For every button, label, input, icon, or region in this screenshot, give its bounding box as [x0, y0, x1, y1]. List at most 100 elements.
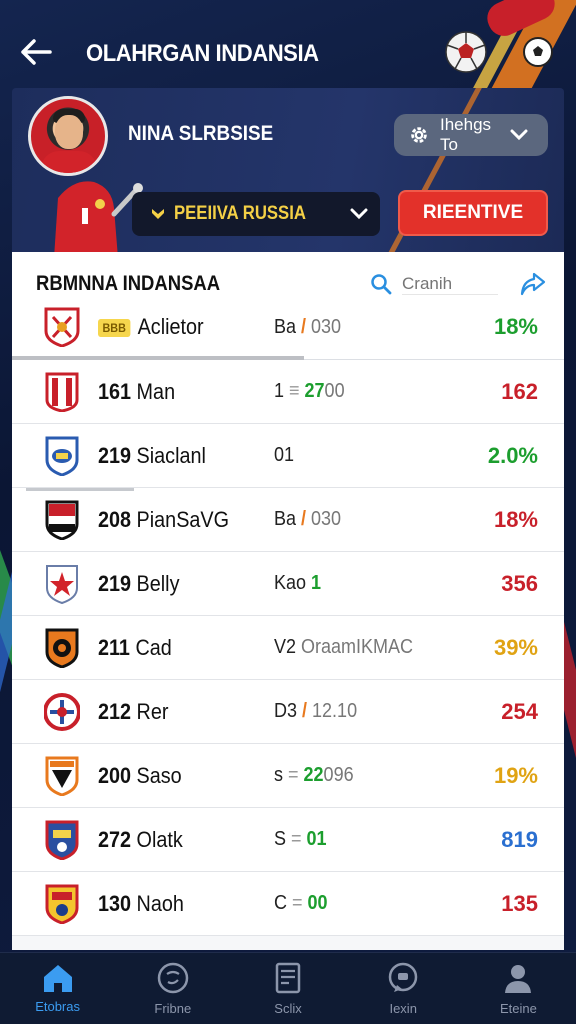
bottom-navigation: Etobras Fribne Sclix Iexin Eteine [0, 952, 576, 1024]
row-divider [26, 488, 134, 491]
table-row[interactable]: 212 Rer D3 / 12.10 254 [12, 680, 564, 744]
team-crest-icon [45, 756, 79, 796]
table-row[interactable]: 200 Saso s = 22096 19% [12, 744, 564, 808]
sort-dropdown-label: Ihehgs To [440, 115, 492, 154]
match-info-value: 00 [324, 380, 345, 402]
team-rank-name: 212 Rer [98, 699, 168, 725]
section-title: RBMNNA INDANSAA [36, 272, 221, 295]
team-crest-icon [45, 436, 79, 476]
match-info-value: 096 [323, 764, 354, 786]
avatar-face [55, 115, 83, 149]
team-rank-name: 211 Cad [98, 635, 172, 661]
standings-list: 161 Man 1 ≡ 2700 162 219 Siaclanl 01 2.0% 208… [12, 360, 564, 936]
soccer-ball-icon [445, 31, 487, 73]
match-info: Ba / 030 [274, 508, 341, 531]
match-info-separator: = [292, 892, 303, 914]
nav-chat-label: Iexin [389, 1001, 417, 1016]
match-info: S = 01 [274, 828, 327, 851]
team-stat: 2.0% [487, 442, 538, 468]
team-stat: 19% [493, 762, 538, 788]
team-rank: 200 [98, 762, 132, 788]
card-icon [275, 962, 301, 994]
team-name: Siaclanl [136, 442, 206, 468]
match-info: 01 [274, 444, 294, 467]
table-row[interactable]: 130 Naoh C = 00 135 [12, 872, 564, 936]
team-stat: 135 [501, 890, 538, 916]
match-info-separator: = [288, 764, 299, 786]
match-info-prefix: s [274, 764, 283, 786]
nav-profile[interactable]: Eteine [461, 953, 576, 1024]
nav-stats-label: Sclix [274, 1001, 302, 1016]
team-name: Rer [136, 698, 169, 724]
team-select[interactable]: PEEIIVA RUSSIA [132, 192, 380, 236]
search-input[interactable] [402, 273, 498, 295]
chevron-down-icon [510, 129, 528, 141]
match-info-prefix: Ba [274, 315, 297, 338]
match-info-separator: / [302, 700, 308, 722]
match-info-prefix: Ba [274, 508, 297, 530]
team-rank-name: 130 Naoh [98, 891, 184, 917]
table-row[interactable]: 211 Cad V2 OraamIKMAC 39% [12, 616, 564, 680]
team-stat: 356 [501, 570, 538, 596]
match-info-highlight: 00 [307, 892, 328, 914]
match-info-separator: / [301, 315, 307, 338]
match-info-separator: ≡ [289, 380, 300, 402]
team-badge: BBB [98, 319, 131, 338]
table-row[interactable]: 272 Olatk S = 01 819 [12, 808, 564, 872]
team-name: Naoh [136, 890, 184, 916]
team-rank-name: 208 PianSaVG [98, 507, 229, 533]
chat-icon [388, 962, 418, 992]
team-rank-name: 219 Belly [98, 571, 179, 597]
match-info-separator: = [291, 828, 302, 850]
primary-action-button[interactable]: RIEENTIVE [398, 190, 548, 236]
team-name: Olatk [136, 826, 183, 852]
team-stat: 819 [501, 826, 538, 852]
player-figure [54, 181, 143, 256]
team-rank: 161 [98, 378, 132, 404]
nav-profile-label: Eteine [499, 1001, 537, 1016]
top-bar: OLAHRGAN INDANSIA [0, 0, 576, 90]
match-info-highlight: 27 [304, 380, 325, 402]
table-row[interactable]: 219 Belly Kao 1 356 [12, 552, 564, 616]
team-rank: 219 [98, 442, 132, 468]
table-row[interactable]: 161 Man 1 ≡ 2700 162 [12, 360, 564, 424]
match-info: V2 OraamIKMAC [274, 636, 413, 659]
team-rank-name: 200 Saso [98, 763, 182, 789]
nav-matches[interactable]: Fribne [115, 953, 230, 1024]
match-info-highlight: 1 [311, 572, 322, 594]
table-row[interactable]: 208 PianSaVG Ba / 030 18% [12, 488, 564, 552]
match-info: Ba / 030 [274, 316, 341, 339]
gear-icon [411, 127, 427, 143]
team-name: PianSaVG [136, 506, 230, 532]
match-info-value: 12.10 [312, 700, 358, 722]
match-info-prefix: D3 [274, 700, 298, 722]
team-stat: 18% [493, 506, 538, 532]
table-row-featured[interactable]: BBB Aclietor Ba / 030 18% [12, 296, 564, 358]
team-stat: 254 [501, 698, 538, 724]
nav-stats[interactable]: Sclix [230, 953, 345, 1024]
hero-card: NINA SLRBSISE Ihehgs To PEEIIVA RUSSIA R… [12, 88, 564, 256]
team-crest-icon [44, 307, 80, 347]
home-icon [43, 965, 72, 992]
search-icon[interactable] [370, 273, 392, 295]
match-info: D3 / 12.10 [274, 700, 357, 723]
page-title: OLAHRGAN INDANSIA [86, 40, 319, 67]
table-row[interactable]: 219 Siaclanl 01 2.0% [12, 424, 564, 488]
ball-icon [523, 37, 553, 67]
match-info-value: 030 [311, 315, 342, 338]
match-info-value: OraamIKMAC [301, 636, 414, 658]
match-info-prefix: 1 [274, 380, 285, 402]
sort-dropdown[interactable]: Ihehgs To [394, 114, 548, 156]
match-info-highlight: 22 [303, 764, 324, 786]
team-crest-icon [45, 628, 79, 668]
share-icon[interactable] [520, 272, 546, 296]
nav-home[interactable]: Etobras [0, 953, 115, 1024]
back-button[interactable] [18, 34, 54, 70]
team-name: Belly [136, 570, 180, 596]
match-info: C = 00 [274, 892, 328, 915]
team-rank: 272 [98, 826, 132, 852]
nav-chat[interactable]: Iexin [346, 953, 461, 1024]
team-crest-icon [46, 564, 78, 604]
team-rank: 219 [98, 570, 132, 596]
team-name: Saso [136, 762, 182, 788]
